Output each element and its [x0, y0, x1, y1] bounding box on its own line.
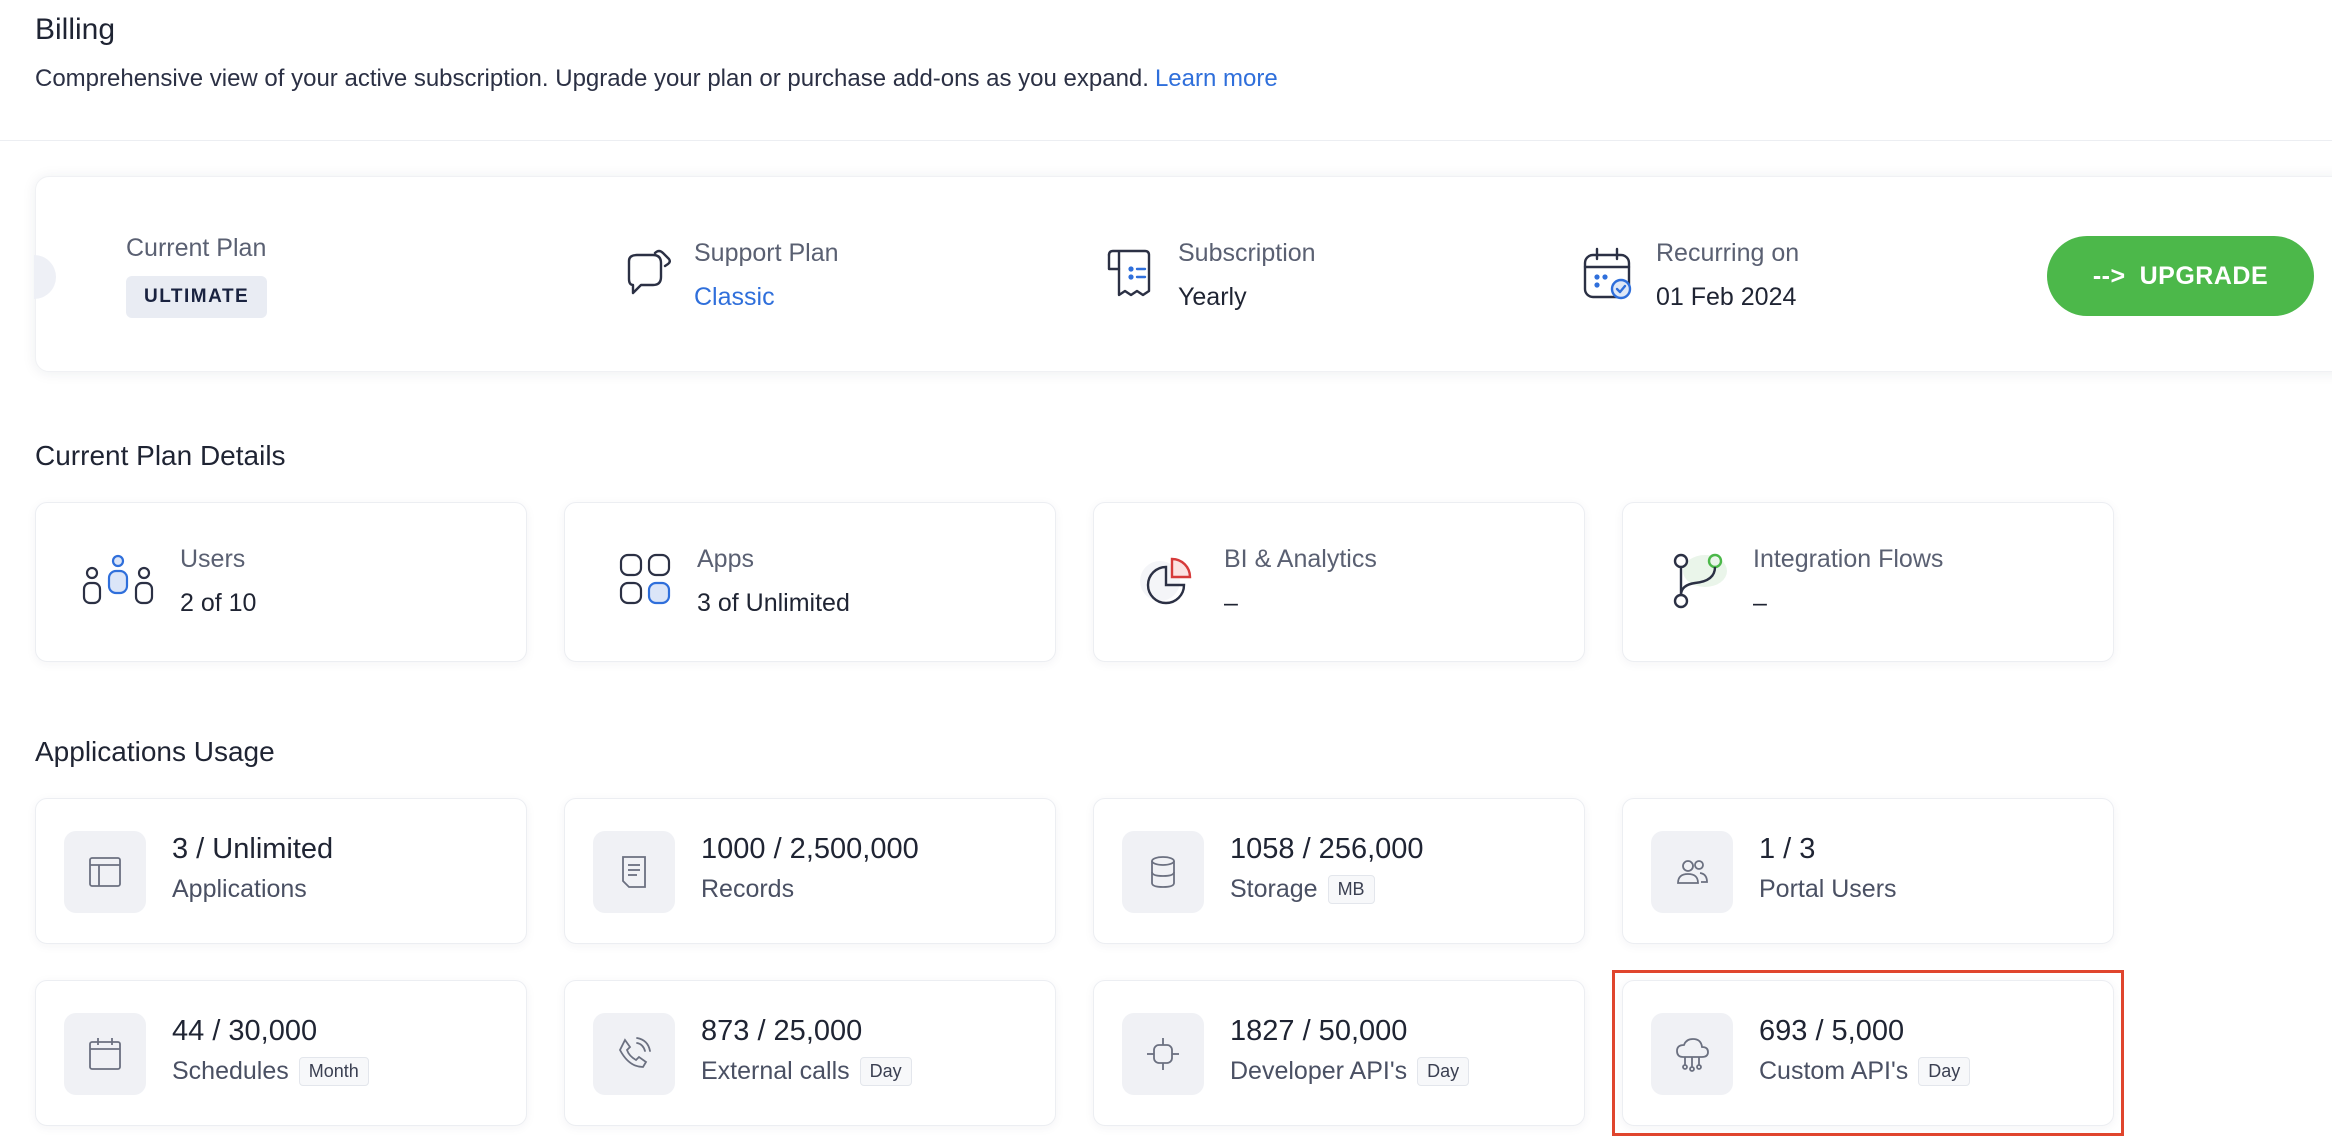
billing-header: Billing Comprehensive view of your activ…: [35, 8, 1278, 94]
usage-label-row: Applications: [172, 875, 307, 904]
unit-badge: MB: [1327, 875, 1375, 904]
phone-call-icon: [593, 1013, 675, 1095]
calendar-check-icon: [1576, 242, 1642, 308]
usage-value: 1827 / 50,000: [1230, 1015, 1408, 1047]
plan-card-value: –: [1224, 589, 1238, 617]
usage-label: Portal Users: [1759, 875, 1897, 903]
usage-label-row: Developer API's Day: [1230, 1057, 1470, 1086]
plan-card-value: 3 of Unlimited: [697, 589, 850, 617]
plan-card-label: Integration Flows: [1753, 545, 1944, 573]
application-window-icon: [64, 831, 146, 913]
plan-summary-bar: Current Plan ULTIMATE Support Plan Class…: [34, 176, 2332, 373]
usage-label-row: Custom API's Day: [1759, 1057, 1971, 1086]
plan-card-apps: Apps 3 of Unlimited: [564, 502, 1056, 662]
support-chat-icon: [614, 242, 680, 308]
usage-value: 1000 / 2,500,000: [701, 833, 919, 865]
receipt-icon: [1098, 242, 1164, 308]
plan-card-label: Apps: [697, 545, 754, 573]
usage-label-row: External calls Day: [701, 1057, 912, 1086]
current-plan-item: Current Plan ULTIMATE: [126, 177, 268, 373]
usage-card-portal-users: 1 / 3 Portal Users: [1622, 798, 2114, 944]
plan-card-users: Users 2 of 10: [35, 502, 527, 662]
usage-label-row: Storage MB: [1230, 875, 1375, 904]
pie-chart-icon: [1138, 549, 1208, 613]
usage-title: Applications Usage: [35, 736, 275, 767]
usage-card-schedules: 44 / 30,000 Schedules Month: [35, 980, 527, 1126]
usage-label: External calls: [701, 1057, 850, 1085]
usage-card-records: 1000 / 2,500,000 Records: [564, 798, 1056, 944]
billing-page: Billing Comprehensive view of your activ…: [0, 0, 2332, 1142]
usage-label: Schedules: [172, 1057, 289, 1085]
support-plan-link[interactable]: Classic: [694, 281, 839, 313]
current-plan-label: Current Plan: [126, 234, 267, 262]
page-description: Comprehensive view of your active subscr…: [35, 64, 1278, 94]
usage-label: Storage: [1230, 875, 1318, 903]
upgrade-button[interactable]: --> UPGRADE: [2047, 236, 2314, 316]
plan-card-bi-analytics: BI & Analytics –: [1093, 502, 1585, 662]
support-plan-label: Support Plan: [694, 239, 839, 267]
plan-details-title: Current Plan Details: [35, 440, 286, 471]
recurring-item: Recurring on 01 Feb 2024: [1576, 177, 1799, 373]
cloud-api-icon: [1651, 1013, 1733, 1095]
usage-value: 873 / 25,000: [701, 1015, 863, 1047]
usage-label: Custom API's: [1759, 1057, 1909, 1085]
description-text: Comprehensive view of your active subscr…: [35, 65, 1149, 92]
usage-label-row: Portal Users: [1759, 875, 1897, 904]
apps-grid-icon: [615, 549, 685, 613]
plan-badge: ULTIMATE: [126, 276, 268, 318]
usage-label: Applications: [172, 875, 307, 903]
subscription-value: Yearly: [1178, 283, 1247, 311]
branch-flow-icon: [1667, 549, 1737, 613]
unit-badge: Month: [298, 1057, 369, 1086]
unit-badge: Day: [859, 1057, 912, 1086]
usage-value: 44 / 30,000: [172, 1015, 318, 1047]
usage-value: 1058 / 256,000: [1230, 833, 1424, 865]
arrow-right-icon: -->: [2092, 261, 2126, 290]
plan-card-value: –: [1753, 589, 1767, 617]
learn-more-link[interactable]: Learn more: [1155, 65, 1278, 92]
plan-card-integration-flows: Integration Flows –: [1622, 502, 2114, 662]
usage-card-applications: 3 / Unlimited Applications: [35, 798, 527, 944]
users-icon: [80, 549, 154, 613]
portal-users-icon: [1651, 831, 1733, 913]
unit-badge: Day: [1918, 1057, 1971, 1086]
support-plan-item: Support Plan Classic: [614, 177, 839, 373]
document-icon: [593, 831, 675, 913]
plan-card-label: BI & Analytics: [1224, 545, 1377, 573]
developer-api-icon: [1122, 1013, 1204, 1095]
header-divider: [0, 140, 2332, 141]
subscription-label: Subscription: [1178, 239, 1316, 267]
recurring-date: 01 Feb 2024: [1656, 283, 1797, 311]
page-title: Billing: [35, 13, 116, 46]
plan-card-value: 2 of 10: [180, 589, 257, 617]
calendar-icon: [64, 1013, 146, 1095]
usage-label-row: Records: [701, 875, 794, 904]
subscription-item: Subscription Yearly: [1098, 177, 1316, 373]
upgrade-label: UPGRADE: [2139, 261, 2269, 290]
panel-tab-notch[interactable]: [34, 255, 56, 299]
usage-card-custom-apis: 693 / 5,000 Custom API's Day: [1622, 980, 2114, 1126]
usage-value: 3 / Unlimited: [172, 833, 334, 865]
recurring-label: Recurring on: [1656, 239, 1800, 267]
usage-card-external-calls: 873 / 25,000 External calls Day: [564, 980, 1056, 1126]
usage-label: Developer API's: [1230, 1057, 1408, 1085]
usage-card-developer-apis: 1827 / 50,000 Developer API's Day: [1093, 980, 1585, 1126]
database-icon: [1122, 831, 1204, 913]
plan-card-label: Users: [180, 545, 246, 573]
usage-label-row: Schedules Month: [172, 1057, 369, 1086]
usage-value: 693 / 5,000: [1759, 1015, 1905, 1047]
usage-value: 1 / 3: [1759, 833, 1816, 865]
unit-badge: Day: [1417, 1057, 1470, 1086]
usage-card-storage: 1058 / 256,000 Storage MB: [1093, 798, 1585, 944]
usage-label: Records: [701, 875, 795, 903]
